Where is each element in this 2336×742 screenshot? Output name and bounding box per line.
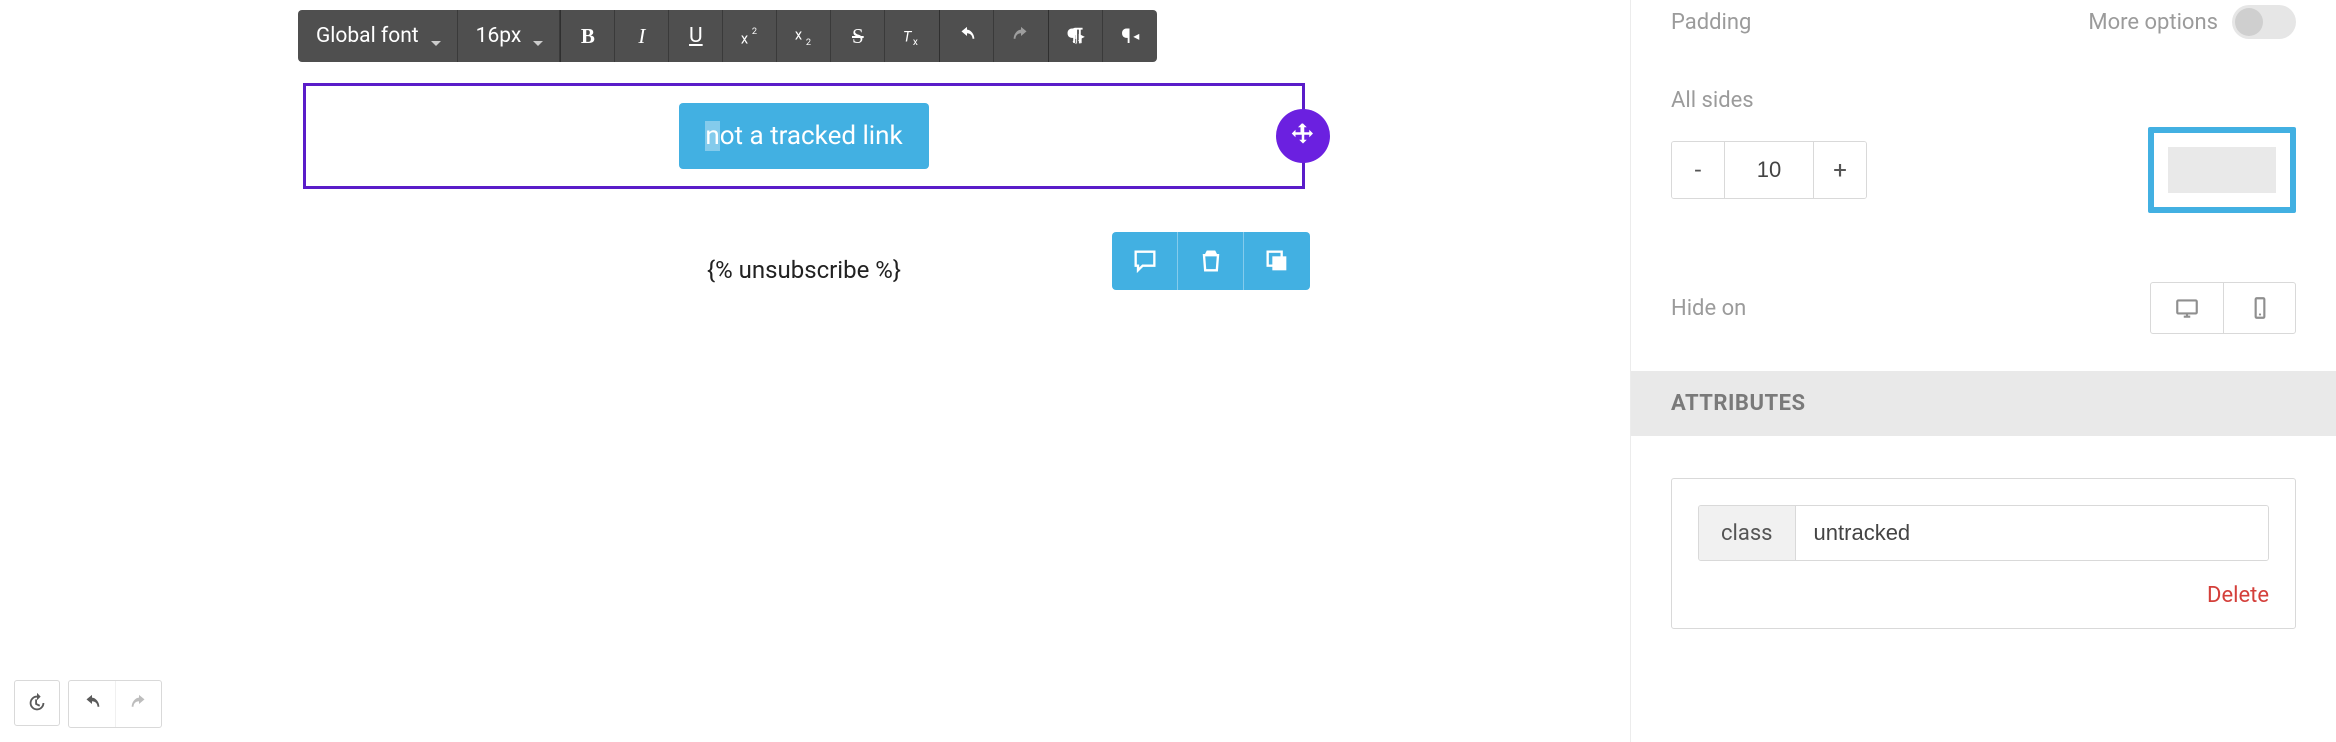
delete-block-button[interactable] <box>1178 232 1244 290</box>
all-sides-label: All sides <box>1671 88 1754 113</box>
more-options-label: More options <box>2088 10 2218 35</box>
font-size-select[interactable]: 16px <box>458 10 561 62</box>
button-element[interactable]: not a tracked link <box>679 103 928 169</box>
hide-on-toggle <box>2150 282 2296 334</box>
attribute-card: class Delete <box>1671 478 2296 629</box>
padding-value-input[interactable] <box>1724 142 1814 198</box>
chevron-down-icon <box>533 31 543 41</box>
hide-on-mobile[interactable] <box>2223 283 2295 333</box>
padding-label: Padding <box>1671 10 1751 35</box>
selected-button-block[interactable]: not a tracked link <box>303 83 1305 189</box>
stepper-minus[interactable]: - <box>1672 142 1724 198</box>
attribute-key: class <box>1699 506 1796 560</box>
redo-button[interactable] <box>994 10 1048 62</box>
svg-text:2: 2 <box>806 38 811 47</box>
stepper-plus[interactable]: + <box>1814 142 1866 198</box>
attributes-section-header: ATTRIBUTES <box>1631 371 2336 436</box>
font-family-label: Global font <box>316 24 419 48</box>
ltr-button[interactable]: ¶▸ <box>1049 10 1103 62</box>
history-controls <box>14 680 162 728</box>
svg-text:x: x <box>913 37 918 47</box>
chevron-down-icon <box>431 31 441 41</box>
button-text: ot a tracked link <box>720 121 903 151</box>
hide-on-label: Hide on <box>1671 296 1746 321</box>
underline-button[interactable]: U <box>669 10 723 62</box>
font-size-label: 16px <box>476 24 522 48</box>
svg-text:x: x <box>741 29 748 47</box>
italic-button[interactable]: I <box>615 10 669 62</box>
undo-button[interactable] <box>940 10 994 62</box>
history-button[interactable] <box>14 680 60 726</box>
attribute-value-input[interactable] <box>1796 506 2268 560</box>
block-actions <box>1112 232 1310 290</box>
svg-text:2: 2 <box>752 27 757 37</box>
rich-text-toolbar: Global font 16px B I U x2 x2 S Tx <box>298 10 1157 62</box>
comment-button[interactable] <box>1112 232 1178 290</box>
button-text-selected: n <box>705 121 719 151</box>
hide-on-desktop[interactable] <box>2151 283 2223 333</box>
padding-stepper: - + <box>1671 141 1867 199</box>
properties-sidebar: Padding More options All sides - + Hide … <box>1630 0 2336 742</box>
more-options-toggle[interactable] <box>2232 5 2296 39</box>
superscript-button[interactable]: x2 <box>723 10 777 62</box>
rtl-button[interactable]: ¶◂ <box>1103 10 1157 62</box>
attribute-delete-link[interactable]: Delete <box>2207 583 2269 608</box>
editor-canvas: Global font 16px B I U x2 x2 S Tx <box>0 0 1630 742</box>
clear-format-button[interactable]: Tx <box>885 10 939 62</box>
undo-history-button[interactable] <box>69 681 115 727</box>
padding-preview <box>2148 127 2296 213</box>
bold-button[interactable]: B <box>561 10 615 62</box>
move-handle[interactable] <box>1276 109 1330 163</box>
duplicate-block-button[interactable] <box>1244 232 1310 290</box>
attribute-input: class <box>1698 505 2269 561</box>
svg-text:x: x <box>795 26 802 44</box>
svg-text:T: T <box>903 28 913 46</box>
strikethrough-button[interactable]: S <box>831 10 885 62</box>
font-family-select[interactable]: Global font <box>298 10 458 62</box>
redo-history-button[interactable] <box>115 681 161 727</box>
subscript-button[interactable]: x2 <box>777 10 831 62</box>
